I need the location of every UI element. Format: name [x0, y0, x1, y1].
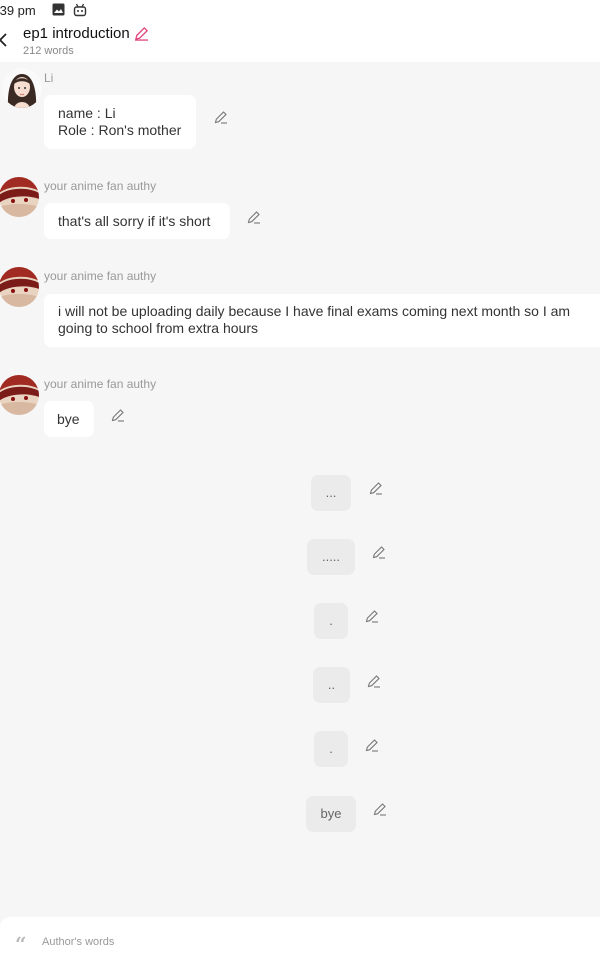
status-bar: :39 pm: [0, 0, 600, 20]
word-count: 212 words: [23, 45, 74, 57]
message-bubble[interactable]: name : Li Role : Ron's mother: [44, 95, 196, 149]
narration-bubble[interactable]: ...: [311, 475, 351, 511]
edit-pencil-icon[interactable]: [365, 609, 379, 623]
message-bubble[interactable]: that's all sorry if it's short: [44, 203, 230, 239]
avatar-li[interactable]: [2, 68, 42, 108]
narration-bubble[interactable]: ..: [313, 667, 350, 703]
message-line: name : Li: [58, 105, 116, 121]
message-bubble[interactable]: bye: [44, 401, 94, 437]
edit-pencil-icon[interactable]: [111, 408, 125, 422]
sender-name: Li: [44, 71, 54, 85]
edit-pencil-icon[interactable]: [372, 545, 386, 559]
edit-pencil-icon[interactable]: [369, 481, 383, 495]
edit-pencil-icon[interactable]: [214, 110, 228, 124]
image-icon: [52, 3, 65, 16]
avatar-author[interactable]: [0, 177, 39, 217]
narration-bubble[interactable]: .: [314, 731, 348, 767]
avatar-author[interactable]: [0, 375, 39, 415]
authors-words-bar[interactable]: “ Author's words: [0, 917, 600, 960]
narration-bubble[interactable]: .: [314, 603, 348, 639]
edit-title-pencil-icon[interactable]: [134, 26, 149, 41]
edit-pencil-icon[interactable]: [365, 738, 379, 752]
quote-icon: “: [15, 932, 27, 956]
edit-pencil-icon[interactable]: [247, 210, 261, 224]
narration-bubble[interactable]: bye: [306, 796, 356, 832]
sender-name: your anime fan authy: [44, 377, 157, 391]
android-icon: [73, 3, 87, 17]
edit-pencil-icon[interactable]: [373, 802, 387, 816]
chapter-title[interactable]: ep1 introduction: [23, 25, 149, 42]
message-bubble[interactable]: i will not be uploading daily because I …: [44, 294, 600, 347]
chapter-title-text: ep1 introduction: [23, 25, 130, 42]
chapter-header: ep1 introduction 212 words: [0, 20, 600, 62]
authors-words-label: Author's words: [42, 936, 115, 948]
status-time: :39 pm: [0, 3, 36, 18]
avatar-author[interactable]: [0, 267, 39, 307]
edit-pencil-icon[interactable]: [367, 674, 381, 688]
narration-bubble[interactable]: .....: [307, 539, 355, 575]
back-arrow-icon[interactable]: [0, 30, 8, 50]
sender-name: your anime fan authy: [44, 269, 157, 283]
sender-name: your anime fan authy: [44, 179, 157, 193]
message-line: Role : Ron's mother: [58, 122, 182, 138]
